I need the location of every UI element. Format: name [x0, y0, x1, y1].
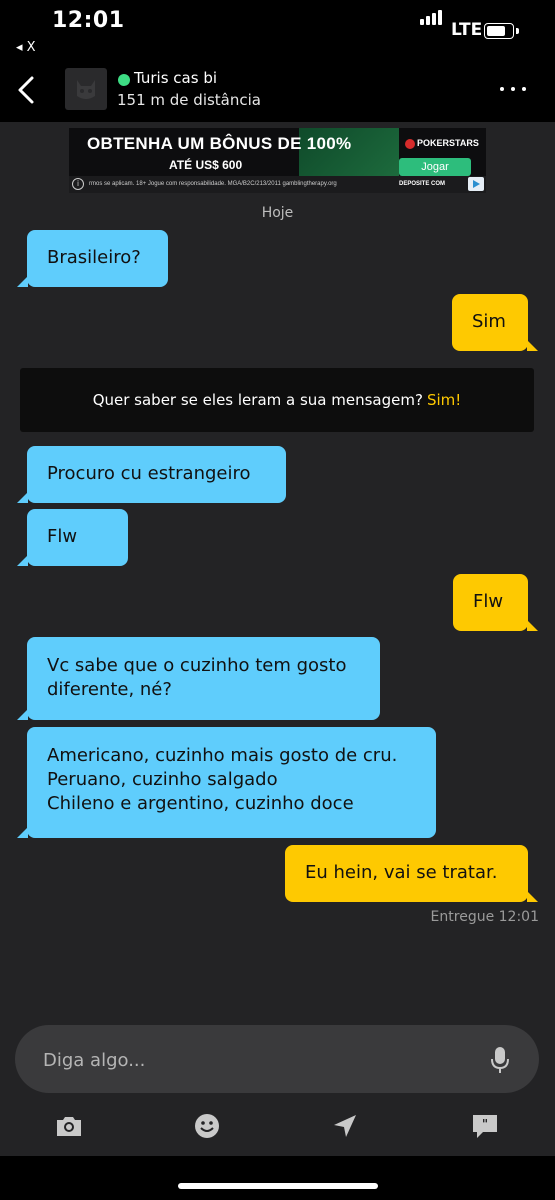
chevron-left-icon	[18, 76, 34, 104]
message-bubble-incoming[interactable]: Procuro cu estrangeiro	[17, 446, 286, 503]
message-bubble-outgoing[interactable]: Eu hein, vai se tratar.	[285, 845, 538, 902]
online-status-dot	[118, 74, 130, 86]
saved-phrases-button[interactable]: "	[469, 1110, 501, 1142]
contact-name[interactable]: Turis cas bi	[134, 69, 217, 87]
pokerstars-logo-icon	[405, 138, 415, 149]
saved-phrases-icon: "	[473, 1115, 497, 1138]
message-bubble-incoming[interactable]: Flw	[17, 509, 128, 566]
battery-icon	[484, 23, 514, 39]
status-bar: 12:01 ◂ X LTE	[0, 0, 555, 62]
read-receipt-text: Quer saber se eles leram a sua mensagem?	[92, 391, 423, 409]
ad-disclaimer-text: rmos se aplicam. 18+ Jogue com responsab…	[89, 181, 337, 187]
avatar[interactable]	[65, 68, 107, 110]
emoji-button[interactable]	[191, 1110, 223, 1142]
message-input[interactable]	[41, 1045, 475, 1075]
message-text: Brasileiro?	[47, 247, 141, 268]
message-text: Flw	[473, 591, 504, 612]
home-strip	[0, 1156, 555, 1200]
contact-distance: 151 m de distância	[117, 91, 261, 109]
message-text: Americano, cuzinho mais gosto de cru. Pe…	[47, 745, 398, 814]
more-options-button[interactable]	[498, 80, 528, 98]
microphone-icon	[491, 1047, 509, 1073]
camera-icon	[57, 1117, 81, 1136]
home-indicator[interactable]	[178, 1183, 378, 1189]
message-bubble-incoming[interactable]: Vc sabe que o cuzinho tem gosto diferent…	[17, 637, 380, 720]
message-text: Sim	[472, 311, 506, 332]
ad-banner[interactable]: OBTENHA UM BÔNUS DE 100% ATÉ US$ 600 POK…	[69, 128, 486, 193]
ad-brand: POKERSTARS	[405, 138, 479, 149]
message-text: Eu hein, vai se tratar.	[305, 862, 498, 883]
camera-button[interactable]	[53, 1110, 85, 1142]
ad-subline: ATÉ US$ 600	[169, 158, 243, 172]
mask-logo-icon	[77, 80, 95, 99]
microphone-button[interactable]	[489, 1045, 511, 1075]
ad-choices-icon[interactable]	[468, 177, 484, 191]
network-type: LTE	[451, 20, 483, 40]
back-button[interactable]	[12, 72, 44, 108]
message-text: Procuro cu estrangeiro	[47, 463, 251, 484]
message-bubble-incoming[interactable]: Americano, cuzinho mais gosto de cru. Pe…	[17, 727, 436, 838]
date-separator: Hoje	[261, 205, 294, 221]
ad-deposit-text: DEPOSITE COM	[399, 181, 446, 187]
ad-headline: OBTENHA UM BÔNUS DE 100%	[87, 134, 352, 153]
message-text: Vc sabe que o cuzinho tem gosto diferent…	[47, 655, 347, 700]
read-receipt-cta[interactable]: Sim!	[427, 391, 461, 409]
ad-disclaimer-bar: i rmos se aplicam. 18+ Jogue com respons…	[69, 176, 486, 193]
info-icon[interactable]: i	[72, 178, 84, 190]
message-bubble-incoming[interactable]: Brasileiro?	[17, 230, 168, 287]
message-text: Flw	[47, 526, 78, 547]
status-time: 12:01	[52, 8, 125, 33]
composer-toolbar: "	[0, 1098, 555, 1154]
delivery-status: Entregue 12:01	[430, 909, 539, 925]
svg-text:": "	[482, 1117, 488, 1131]
send-location-button[interactable]	[329, 1110, 361, 1142]
message-bubble-outgoing[interactable]: Sim	[452, 294, 538, 351]
message-bubble-outgoing[interactable]: Flw	[453, 574, 538, 631]
message-composer	[15, 1025, 539, 1093]
ad-cta-button[interactable]: Jogar	[399, 158, 471, 176]
location-arrow-icon	[334, 1115, 356, 1137]
back-to-app-link[interactable]: ◂ X	[16, 40, 36, 55]
chat-header: Turis cas bi 151 m de distância	[0, 62, 555, 122]
emoji-icon	[195, 1114, 219, 1138]
read-receipt-upsell[interactable]: Quer saber se eles leram a sua mensagem?…	[20, 368, 534, 432]
